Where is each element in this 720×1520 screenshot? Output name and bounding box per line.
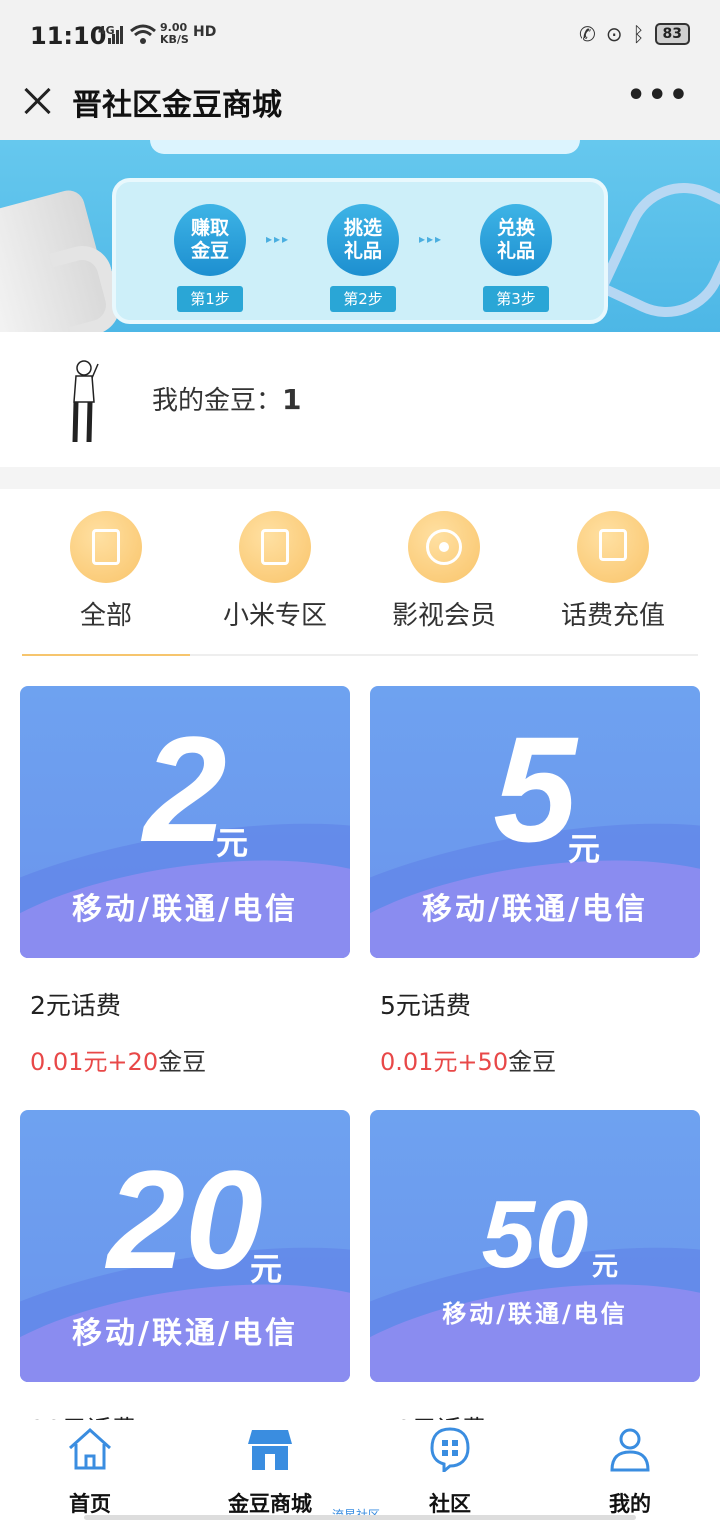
- speed-unit: KB/S: [160, 33, 189, 46]
- wifi-icon: [130, 24, 156, 44]
- arrow-icon: ▸▸▸: [266, 232, 291, 246]
- page-title: 晋社区金豆商城: [72, 88, 282, 123]
- category-tabs: 全部 小米专区 影视会员 话费充值: [0, 489, 720, 656]
- envelope-icon: [577, 511, 649, 583]
- step-tag: 第2步: [330, 286, 396, 312]
- user-icon: [610, 1428, 650, 1472]
- nav-profile[interactable]: 我的: [540, 1426, 720, 1518]
- banner-title-decoration: [150, 140, 580, 154]
- product-unit: 元: [250, 1250, 283, 1288]
- steps-panel: 赚取 金豆 第1步 ▸▸▸ 挑选 礼品 第2步 ▸▸▸ 兑换 礼品 第3步: [112, 178, 608, 324]
- shop-icon: [248, 1430, 292, 1470]
- vibrate-icon: ✆: [578, 22, 596, 46]
- product-amount: 20: [107, 1141, 263, 1298]
- tab-xiaomi[interactable]: 小米专区: [190, 511, 360, 632]
- product-unit: 元: [216, 824, 249, 862]
- product-name: 2元话费: [30, 991, 121, 1020]
- tab-phone-recharge[interactable]: 话费充值: [528, 511, 698, 632]
- step-circle: 兑换 礼品: [480, 204, 552, 276]
- product-image: 20 元 移动/联通/电信: [20, 1110, 350, 1382]
- home-icon: [68, 1427, 112, 1470]
- my-beans-value: 1: [282, 383, 302, 416]
- product-amount: 5: [493, 705, 577, 873]
- my-beans-label: 我的金豆：: [152, 386, 283, 416]
- ribbon-decoration: [595, 163, 720, 332]
- product-image: 50 元 移动/联通/电信: [370, 1110, 700, 1382]
- step-circle: 挑选 礼品: [327, 204, 399, 276]
- product-card[interactable]: 50 元 移动/联通/电信 50元话费: [370, 1110, 700, 1446]
- avatar: [72, 360, 99, 443]
- product-carrier: 移动/联通/电信: [72, 1316, 298, 1351]
- product-price: 0.01元+50金豆: [380, 1048, 557, 1076]
- product-card[interactable]: 20 元 移动/联通/电信 20元话费: [20, 1110, 350, 1446]
- film-reel-icon: [408, 511, 480, 583]
- tab-label: 全部: [79, 601, 132, 631]
- product-card[interactable]: 2 元 移动/联通/电信 2元话费 0.01元+20金豆: [20, 686, 350, 1077]
- signal-icon: [108, 26, 123, 44]
- product-unit: 元: [568, 830, 601, 868]
- battery-indicator: 83: [654, 23, 690, 45]
- step-tag: 第1步: [177, 286, 243, 312]
- product-image: 5 元 移动/联通/电信: [370, 686, 700, 958]
- nav-home[interactable]: 首页: [0, 1426, 180, 1518]
- nav-label: 社区: [429, 1492, 471, 1516]
- section-divider: [0, 467, 720, 489]
- product-unit: 元: [592, 1252, 619, 1282]
- more-options-button[interactable]: •••: [626, 78, 690, 113]
- nav-label: 首页: [69, 1492, 111, 1516]
- gesture-bar: [84, 1515, 636, 1520]
- arrow-icon: ▸▸▸: [419, 232, 444, 246]
- product-carrier: 移动/联通/电信: [422, 892, 648, 927]
- step-tag: 第3步: [483, 286, 549, 312]
- tab-label: 小米专区: [222, 601, 327, 631]
- step-1: 赚取 金豆 第1步: [170, 204, 250, 312]
- tab-label: 影视会员: [391, 601, 496, 631]
- tab-all[interactable]: 全部: [21, 511, 191, 632]
- my-beans: 我的金豆：1: [152, 380, 302, 417]
- community-icon: [430, 1427, 470, 1475]
- net-speed: 9.00 KB/S: [160, 22, 189, 46]
- active-tab-indicator: [22, 654, 190, 656]
- tablet-icon: [239, 511, 311, 583]
- hd-indicator: HD: [193, 24, 217, 40]
- nav-label: 我的: [609, 1492, 651, 1516]
- product-amount: 2: [143, 705, 227, 873]
- product-image: 2 元 移动/联通/电信: [20, 686, 350, 958]
- bluetooth-icon: ᛒ: [632, 22, 645, 46]
- step-3: 兑换 礼品 第3步: [476, 204, 556, 312]
- lock-rotation-icon: ⊙: [605, 22, 623, 46]
- product-name: 5元话费: [380, 991, 471, 1020]
- step-2: 挑选 礼品 第2步: [323, 204, 403, 312]
- status-bar: 11:10 4G 9.00 KB/S HD ✆ ⊙ ᛒ 83: [0, 0, 720, 74]
- close-icon[interactable]: [22, 86, 52, 116]
- tab-label: 话费充值: [560, 601, 665, 631]
- nav-shop[interactable]: 金豆商城: [180, 1426, 360, 1518]
- step-circle: 赚取 金豆: [174, 204, 246, 276]
- tablet-icon: [70, 511, 142, 583]
- bottom-nav: 首页 金豆商城 社区 我的 流星社区: [0, 1420, 720, 1520]
- tab-video-membership[interactable]: 影视会员: [359, 511, 529, 632]
- product-card[interactable]: 5 元 移动/联通/电信 5元话费 0.01元+50金豆: [370, 686, 700, 1077]
- product-carrier: 移动/联通/电信: [72, 892, 298, 927]
- user-beans-section: 我的金豆：1: [0, 332, 720, 467]
- nav-community[interactable]: 社区: [360, 1426, 540, 1518]
- banner[interactable]: 赚取 金豆 第1步 ▸▸▸ 挑选 礼品 第2步 ▸▸▸ 兑换 礼品 第3步: [0, 140, 720, 332]
- title-bar: 晋社区金豆商城 •••: [0, 74, 720, 140]
- product-carrier: 移动/联通/电信: [442, 1300, 628, 1328]
- status-time: 11:10: [30, 22, 107, 50]
- product-price: 0.01元+20金豆: [30, 1048, 207, 1076]
- product-amount: 50: [481, 1181, 589, 1288]
